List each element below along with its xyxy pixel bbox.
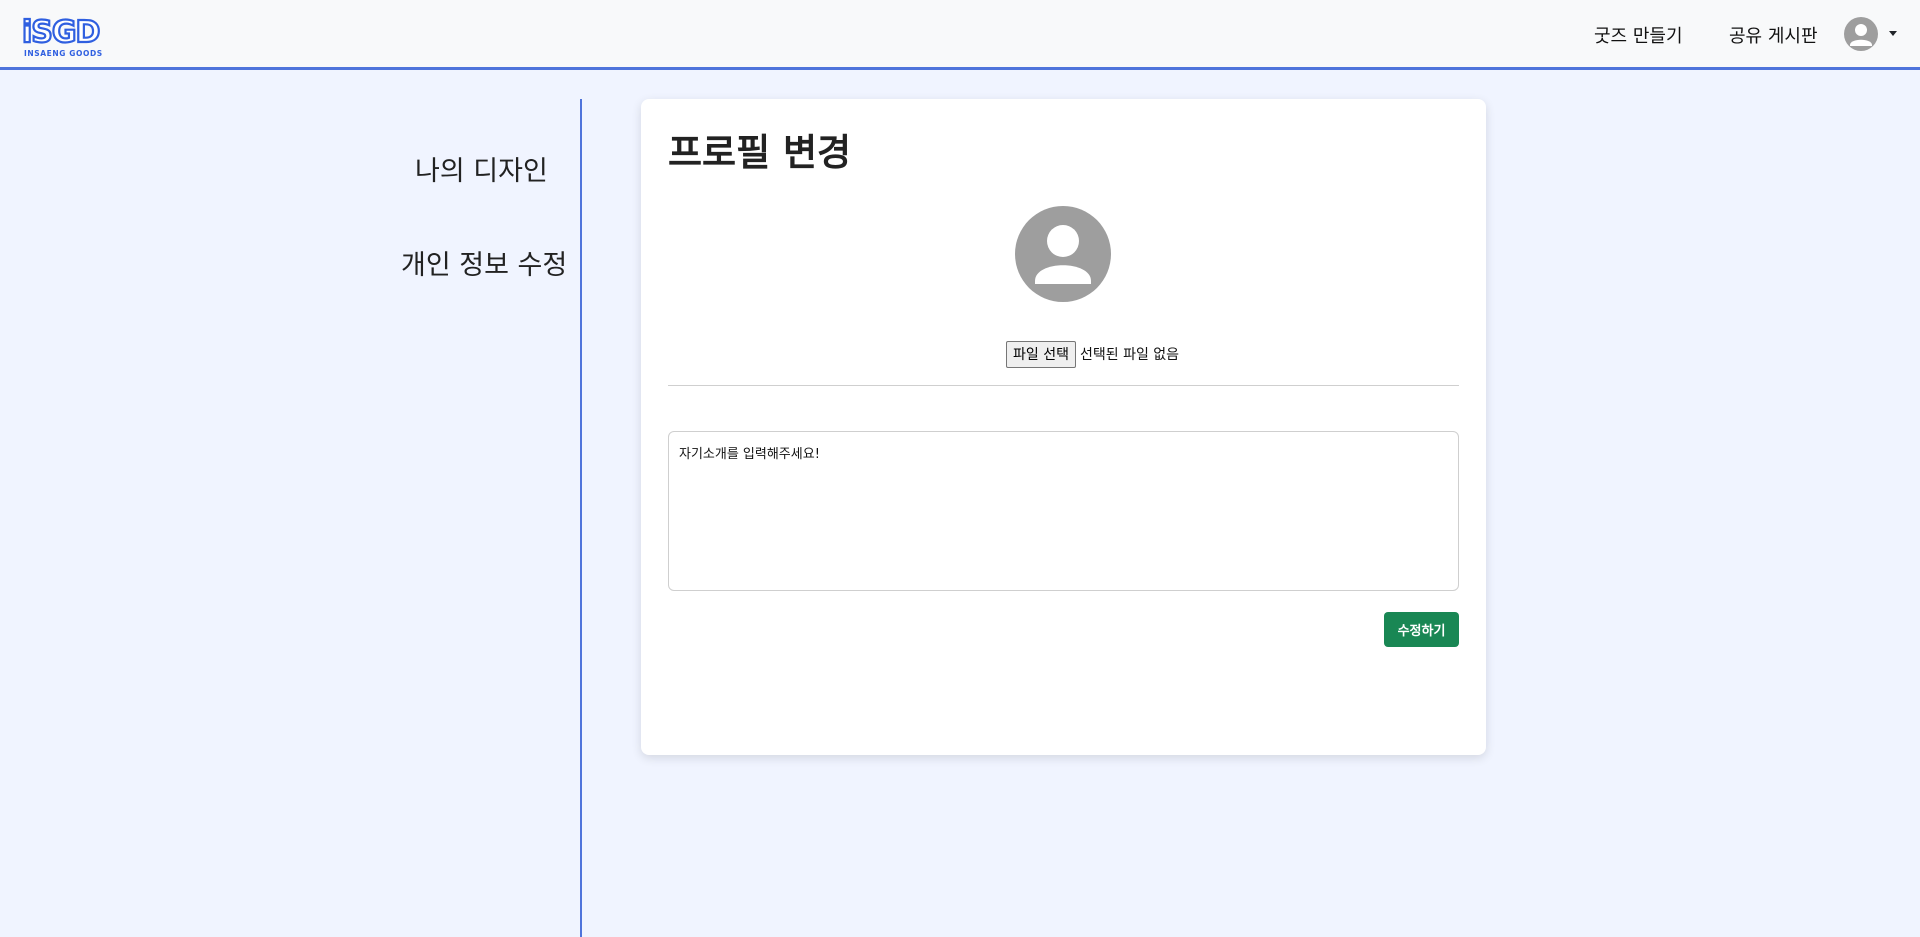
file-status: 선택된 파일 없음 [1079,347,1180,363]
submit-button[interactable]: 수정하기 [1384,612,1459,647]
sidebar-item-my-design[interactable]: 나의 디자인 [415,149,548,188]
divider [668,385,1459,386]
page-title: 프로필 변경 [668,131,852,174]
svg-text:iSGD: iSGD [22,15,100,50]
brand-logo[interactable]: iSGD INSAENG GOODS [20,12,112,58]
user-avatar-icon[interactable] [1844,17,1878,51]
caret-down-icon[interactable] [1889,31,1897,36]
file-input: 파일 선택 선택된 파일 없음 [1006,340,1179,368]
intro-textarea[interactable]: 자기소개를 입력해주세요! [668,431,1459,591]
profile-card: 프로필 변경 파일 선택 선택된 파일 없음 자기소개를 입력해주세요! 수정하… [641,99,1486,755]
nav-goods-maker[interactable]: 굿즈 만들기 [1594,22,1683,48]
sidebar-item-edit-profile[interactable]: 개인 정보 수정 [401,243,567,282]
svg-text:INSAENG GOODS: INSAENG GOODS [24,49,103,58]
profile-avatar-icon [1015,206,1111,302]
nav-share-board[interactable]: 공유 게시판 [1729,22,1818,48]
navbar: iSGD INSAENG GOODS 굿즈 만들기 공유 게시판 [0,0,1920,70]
sidebar: 나의 디자인 개인 정보 수정 [0,99,582,937]
file-select-button[interactable]: 파일 선택 [1006,340,1076,368]
